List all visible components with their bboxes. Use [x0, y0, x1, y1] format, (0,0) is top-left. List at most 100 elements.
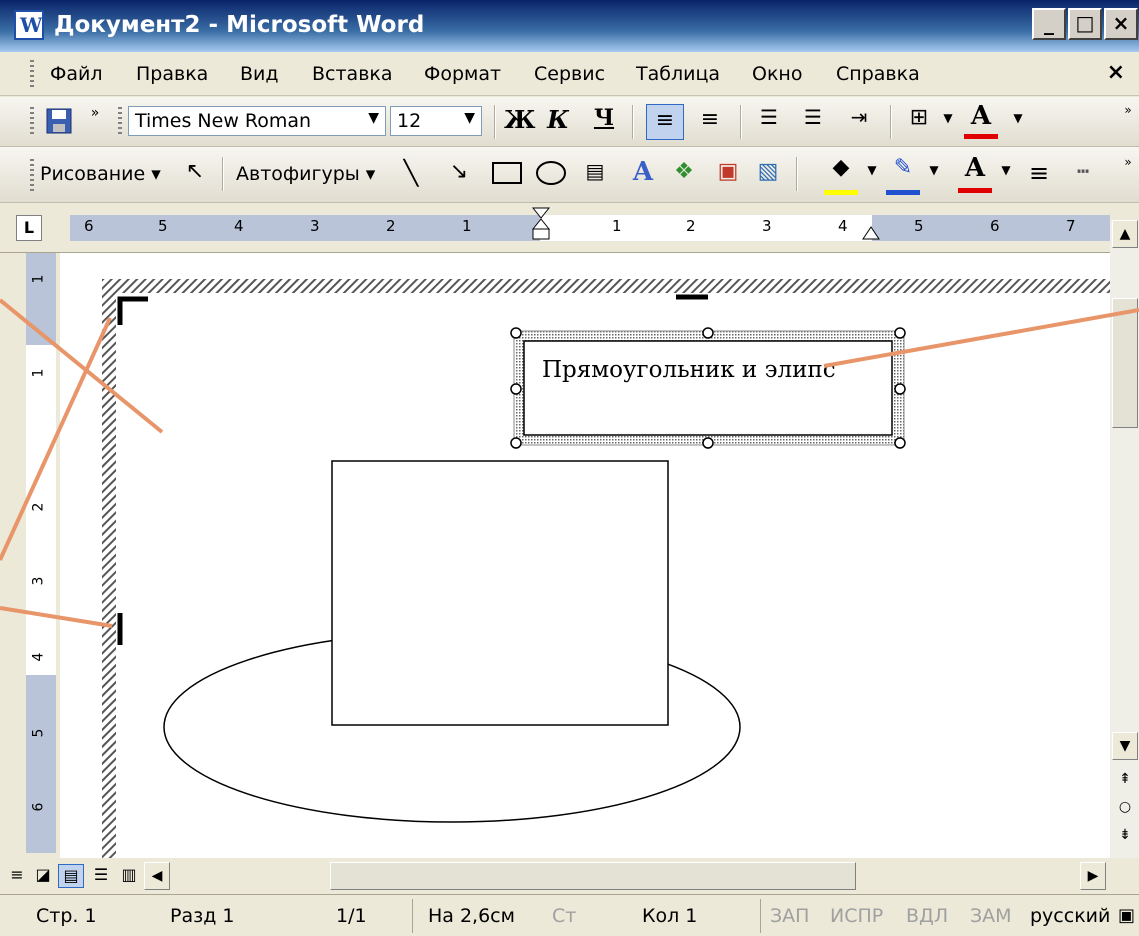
ruler-number: 1	[462, 217, 472, 235]
status-language[interactable]: русский	[1030, 905, 1110, 927]
align-center-button[interactable]: ≡	[692, 104, 728, 140]
underline-button[interactable]: Ч	[590, 105, 618, 137]
next-page-icon[interactable]: ⇟	[1112, 822, 1138, 850]
drawing-canvas[interactable]	[60, 253, 1110, 858]
ruler-number: 2	[30, 502, 47, 512]
numbered-list-icon[interactable]: ☰	[752, 105, 786, 137]
borders-icon[interactable]: ⊞	[902, 105, 936, 137]
font-name-combo[interactable]: Times New Roman ▼	[128, 106, 386, 136]
vertical-scrollbar[interactable]: ▲ ▼ ⇞ ○ ⇟	[1110, 220, 1139, 860]
canvas-corner-handle[interactable]	[117, 296, 148, 325]
toolbar-options-icon[interactable]: »	[84, 105, 106, 139]
reading-view-icon[interactable]: ▥	[116, 864, 142, 888]
rectangle-icon[interactable]	[490, 159, 524, 191]
toolbar-grip[interactable]	[118, 107, 122, 137]
menu-format[interactable]: Формат	[424, 63, 501, 85]
fill-color-icon[interactable]: ◆	[824, 155, 858, 195]
menu-edit[interactable]: Правка	[136, 63, 208, 85]
toolbar-grip[interactable]	[30, 107, 34, 137]
bulleted-list-icon[interactable]: ☰	[796, 105, 830, 137]
indent-marker[interactable]	[531, 207, 551, 249]
menu-grip[interactable]	[30, 60, 34, 88]
close-button[interactable]: ×	[1104, 8, 1138, 40]
toolbar-grip[interactable]	[30, 159, 34, 191]
menu-insert[interactable]: Вставка	[312, 63, 393, 85]
chevron-down-icon[interactable]: ▼	[368, 110, 379, 126]
clipart-icon[interactable]: ▣	[712, 159, 744, 191]
line-icon[interactable]: ╲	[396, 159, 426, 191]
textbox-shape[interactable]	[523, 340, 893, 436]
window-title: Документ2 - Microsoft Word	[54, 12, 425, 38]
scroll-left-button[interactable]: ◀	[144, 862, 170, 890]
menu-help[interactable]: Справка	[836, 63, 920, 85]
dash-style-icon[interactable]: ┅	[1066, 159, 1100, 191]
font-size-combo[interactable]: 12 ▼	[390, 106, 482, 136]
oval-icon[interactable]	[534, 159, 568, 191]
chevron-down-icon[interactable]: ▼	[864, 163, 880, 183]
print-view-icon[interactable]: ▤	[58, 864, 84, 888]
horizontal-scroll-thumb[interactable]	[330, 862, 856, 890]
rectangle-shape[interactable]	[331, 460, 669, 726]
chevron-down-icon[interactable]: ▼	[1010, 111, 1026, 131]
ruler-number: 4	[838, 217, 848, 235]
toolbar-options-icon[interactable]: »	[1120, 103, 1136, 141]
ruler-number: 2	[386, 217, 396, 235]
right-indent-marker[interactable]	[862, 223, 880, 243]
bold-button[interactable]: Ж	[504, 105, 536, 137]
menu-view[interactable]: Вид	[240, 63, 279, 85]
status-record-macro[interactable]: ЗАП	[770, 905, 809, 927]
save-icon[interactable]	[44, 107, 74, 137]
wordart-icon[interactable]: A	[626, 157, 660, 191]
vertical-scroll-thumb[interactable]	[1112, 298, 1138, 428]
document-area[interactable]: Прямоугольник и элипс	[60, 253, 1110, 858]
document-close-button[interactable]: ×	[1107, 60, 1125, 85]
line-style-icon[interactable]: ≡	[1022, 159, 1056, 191]
menu-window[interactable]: Окно	[752, 63, 802, 85]
chevron-down-icon[interactable]: ▼	[464, 110, 475, 126]
maximize-button[interactable]: □	[1068, 8, 1102, 40]
scroll-right-button[interactable]: ▶	[1080, 862, 1106, 890]
vertical-ruler[interactable]: 1 1 2 3 4 5 6	[26, 253, 56, 853]
toolbar-options-icon[interactable]: »	[1120, 155, 1136, 195]
tab-selector[interactable]: L	[16, 215, 42, 241]
drawing-menu-button[interactable]: Рисование ▾	[40, 163, 161, 185]
status-pages: 1/1	[336, 905, 367, 927]
select-objects-icon[interactable]: ↖	[180, 159, 210, 191]
ruler-number: 5	[30, 728, 47, 738]
ruler-text-area	[540, 215, 872, 241]
scroll-down-button[interactable]: ▼	[1112, 732, 1138, 760]
word-app-icon[interactable]	[14, 10, 44, 40]
italic-button[interactable]: К	[544, 105, 572, 137]
menu-tools[interactable]: Сервис	[534, 63, 605, 85]
horizontal-scrollbar[interactable]: ≡ ◪ ▤ ☰ ▥ ◀ ▶	[0, 858, 1139, 894]
textbox-text[interactable]: Прямоугольник и элипс	[542, 357, 836, 383]
previous-page-icon[interactable]: ⇞	[1112, 766, 1138, 794]
status-track-changes[interactable]: ИСПР	[830, 905, 883, 927]
insert-picture-icon[interactable]: ▧	[752, 159, 784, 191]
outline-view-icon[interactable]: ☰	[88, 864, 114, 888]
chevron-down-icon[interactable]: ▼	[940, 111, 956, 131]
line-color-icon[interactable]: ✎	[886, 155, 920, 195]
indent-icon[interactable]: ⇥	[842, 105, 876, 137]
diagram-icon[interactable]: ❖	[668, 159, 700, 191]
spelling-status-icon[interactable]: ▣	[1118, 905, 1135, 926]
status-extend[interactable]: ВДЛ	[906, 905, 948, 927]
normal-view-icon[interactable]: ≡	[4, 864, 30, 888]
web-view-icon[interactable]: ◪	[30, 864, 56, 888]
chevron-down-icon[interactable]: ▼	[926, 163, 942, 183]
arrow-icon[interactable]: ↘	[444, 159, 474, 191]
minimize-button[interactable]: _	[1032, 8, 1066, 40]
chevron-down-icon[interactable]: ▼	[998, 163, 1014, 183]
browse-object-icon[interactable]: ○	[1112, 794, 1138, 822]
scroll-up-button[interactable]: ▲	[1112, 220, 1138, 248]
align-left-button[interactable]: ≡	[646, 104, 684, 140]
font-color-icon[interactable]: A	[958, 153, 992, 193]
font-color-icon[interactable]: A	[964, 101, 998, 139]
menu-file[interactable]: Файл	[50, 63, 103, 85]
horizontal-ruler[interactable]: L 6 5 4 3 2 1 1 2 3 4 5 6 7	[0, 203, 1139, 253]
autoshapes-menu-button[interactable]: Автофигуры ▾	[236, 163, 375, 185]
status-overtype[interactable]: ЗАМ	[970, 905, 1012, 927]
menu-table[interactable]: Таблица	[636, 63, 720, 85]
ruler-number: 1	[612, 217, 622, 235]
text-box-icon[interactable]: ▤	[580, 159, 610, 191]
